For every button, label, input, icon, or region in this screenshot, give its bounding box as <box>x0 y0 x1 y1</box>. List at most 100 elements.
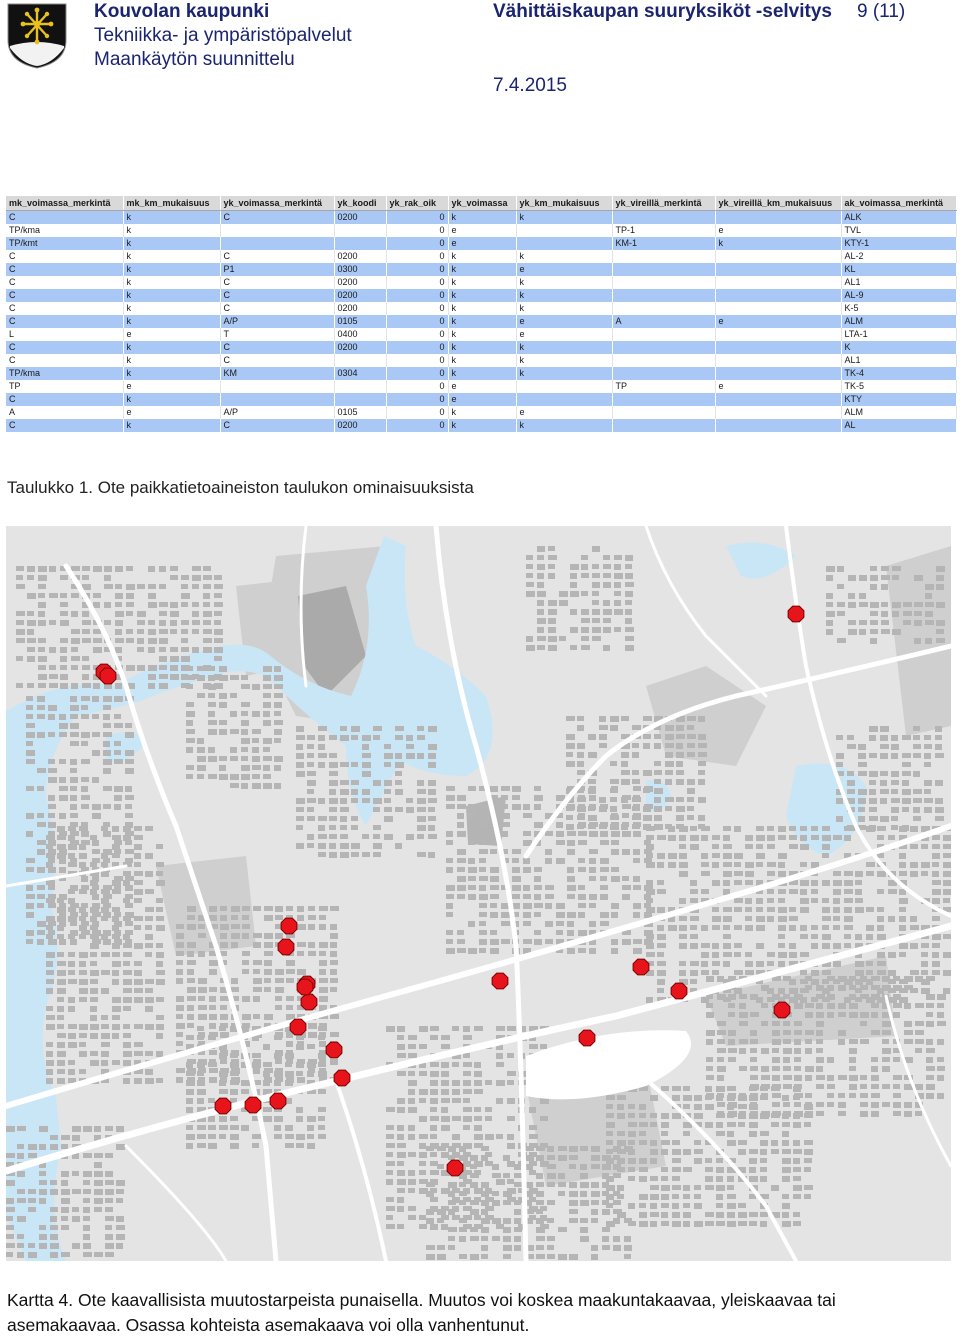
table-cell <box>516 393 613 406</box>
change-marker[interactable] <box>280 917 298 935</box>
table-cell: 0 <box>386 367 449 380</box>
change-marker[interactable] <box>300 993 318 1011</box>
table-cell: e <box>123 380 221 393</box>
change-marker[interactable] <box>289 1018 307 1036</box>
table-cell: KM-1 <box>612 237 716 250</box>
column-header[interactable]: yk_rak_oik <box>386 196 449 211</box>
table-row[interactable]: Ck C 0200 0 k k AL-9 <box>6 289 957 302</box>
table-cell <box>715 393 842 406</box>
table-cell: k <box>516 302 613 315</box>
table-cell: KTY <box>841 393 957 406</box>
column-header[interactable]: yk_vireillä_merkintä <box>612 196 716 211</box>
table-cell: 0200 <box>334 302 387 315</box>
table-row[interactable]: Ck A/P 0105 0 k e Ae ALM <box>6 315 957 328</box>
table-cell: e <box>715 224 842 237</box>
table-row[interactable]: Ck P1 0300 0 k e KL <box>6 263 957 276</box>
table-cell: k <box>516 289 613 302</box>
change-marker[interactable] <box>632 958 650 976</box>
table-cell: TP/kma <box>6 224 124 237</box>
table-cell <box>612 289 716 302</box>
table-cell <box>334 237 387 250</box>
table-cell: 0300 <box>334 263 387 276</box>
table-cell: ALM <box>841 315 957 328</box>
change-marker[interactable] <box>333 1069 351 1087</box>
table-row[interactable]: Ck C 0 k k AL1 <box>6 354 957 367</box>
table-row[interactable]: Ck C 0200 0 k k AL <box>6 419 957 432</box>
table-cell <box>612 276 716 289</box>
table-cell: A <box>6 406 124 419</box>
change-marker[interactable] <box>277 938 295 956</box>
table-row[interactable]: Ae A/P 0105 0 k e ALM <box>6 406 957 419</box>
column-header[interactable]: mk_voimassa_merkintä <box>6 196 124 211</box>
table-row[interactable]: Ck C 0200 0 k k AL1 <box>6 276 957 289</box>
table-row[interactable]: Ck C 0200 0 k k AL-2 <box>6 250 957 263</box>
table-cell: k <box>448 328 517 341</box>
table-cell: 0 <box>386 354 449 367</box>
table-cell: k <box>123 367 221 380</box>
change-marker[interactable] <box>296 978 314 996</box>
table-cell: k <box>123 393 221 406</box>
column-header[interactable]: yk_vireillä_km_mukaisuus <box>715 196 842 211</box>
document-date: 7.4.2015 <box>493 75 567 96</box>
table-row[interactable]: Le T 0400 0 k e LTA-1 <box>6 328 957 341</box>
table-row[interactable]: Ck 0 e KTY <box>6 393 957 406</box>
table-cell: e <box>448 393 517 406</box>
table-cell <box>334 393 387 406</box>
table-cell: P1 <box>220 263 335 276</box>
table-row[interactable]: Ck C 0200 0 k k K-5 <box>6 302 957 315</box>
change-marker[interactable] <box>446 1159 464 1177</box>
change-marker[interactable] <box>578 1029 596 1047</box>
table-cell: k <box>448 263 517 276</box>
table-row[interactable]: TP/kmt k 0 e KM-1 k KTY-1 <box>6 237 957 250</box>
table-cell: 0 <box>386 210 449 224</box>
table-cell: k <box>448 289 517 302</box>
table-cell: C <box>220 289 335 302</box>
org-name: Kouvolan kaupunki <box>94 1 270 22</box>
table-cell: C <box>220 419 335 432</box>
table-cell <box>715 328 842 341</box>
table-row[interactable]: Ck C 0200 0 k k ALK <box>6 210 957 224</box>
table-cell <box>516 237 613 250</box>
table-cell <box>612 263 716 276</box>
table-cell: C <box>6 276 124 289</box>
change-marker[interactable] <box>269 1092 287 1110</box>
table-cell <box>715 250 842 263</box>
table-cell: 0200 <box>334 419 387 432</box>
table-row[interactable]: TP/kma k KM 0304 0 k k TK-4 <box>6 367 957 380</box>
table-cell <box>612 328 716 341</box>
column-header[interactable]: yk_koodi <box>334 196 387 211</box>
column-header[interactable]: yk_km_mukaisuus <box>516 196 613 211</box>
table-row[interactable]: TP e 0 e TP e TK-5 <box>6 380 957 393</box>
table-cell: K <box>841 341 957 354</box>
table-cell: L <box>6 328 124 341</box>
change-marker[interactable] <box>244 1096 262 1114</box>
map-view <box>6 526 951 1261</box>
table-cell: k <box>448 210 517 224</box>
change-marker[interactable] <box>214 1097 232 1115</box>
column-header[interactable]: mk_km_mukaisuus <box>123 196 221 211</box>
table-row[interactable]: Ck C 0200 0 k k K <box>6 341 957 354</box>
table-cell: C <box>220 210 335 224</box>
change-marker[interactable] <box>670 982 688 1000</box>
table-cell <box>715 302 842 315</box>
change-marker[interactable] <box>325 1041 343 1059</box>
table-cell <box>334 354 387 367</box>
table-cell: e <box>516 406 613 419</box>
table-cell: k <box>448 302 517 315</box>
map-canvas <box>6 526 951 1261</box>
change-marker[interactable] <box>787 605 805 623</box>
table-cell: TVL <box>841 224 957 237</box>
change-marker[interactable] <box>773 1001 791 1019</box>
column-header[interactable]: yk_voimassa_merkintä <box>220 196 335 211</box>
table-cell: e <box>448 380 517 393</box>
column-header[interactable]: ak_voimassa_merkintä <box>841 196 957 211</box>
change-marker[interactable] <box>491 972 509 990</box>
table-cell <box>220 237 335 250</box>
table-cell: e <box>123 406 221 419</box>
table-cell: C <box>6 393 124 406</box>
table-row[interactable]: TP/kma k 0 e TP-1 e TVL <box>6 224 957 237</box>
change-marker[interactable] <box>99 667 117 685</box>
column-header[interactable]: yk_voimassa <box>448 196 517 211</box>
table-cell: k <box>123 354 221 367</box>
table-cell: k <box>448 367 517 380</box>
